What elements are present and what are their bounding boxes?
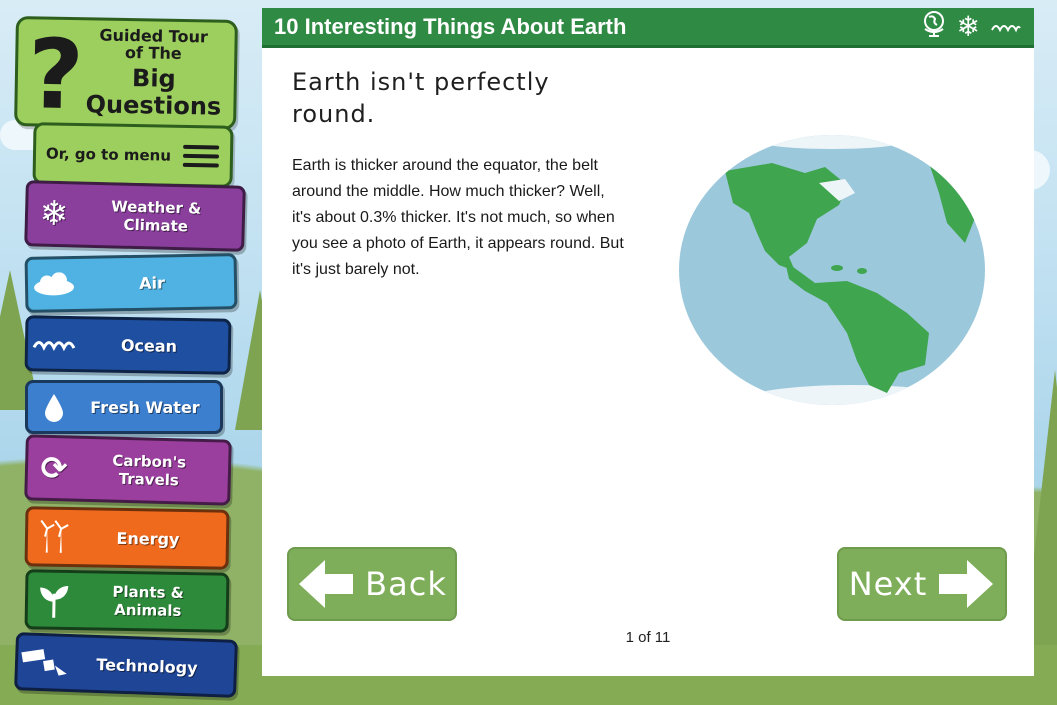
header-icons: ❄ (921, 9, 1022, 44)
nav-fresh-water-label: Fresh Water (90, 397, 200, 417)
guided-tour-button[interactable]: ? Guided Tour of The Big Questions (14, 16, 238, 132)
nav-technology[interactable]: Technology (14, 632, 238, 698)
menu-icon (182, 140, 220, 173)
panel-title: 10 Interesting Things About Earth (274, 13, 627, 39)
snowflake-icon[interactable]: ❄ (957, 12, 980, 41)
nav-weather-climate[interactable]: ❄ Weather & Climate (24, 180, 246, 252)
nav-ocean-label: Ocean (120, 335, 178, 356)
question-mark-icon: ? (26, 18, 85, 132)
page-indicator: 1 of 11 (625, 629, 671, 646)
globe-icon[interactable] (921, 9, 947, 44)
menu-button[interactable]: Or, go to menu (32, 122, 234, 188)
menu-button-label: Or, go to menu (45, 144, 172, 165)
guided-tour-line3: Big (131, 64, 176, 93)
earth-illustration (677, 133, 987, 413)
waves-icon (28, 335, 80, 352)
arrow-right-icon (939, 560, 994, 608)
arrow-left-icon (299, 560, 354, 608)
nav-carbons-travels[interactable]: ⟳ Carbon's Travels (24, 434, 232, 506)
recycle-icon: ⟳ (40, 448, 68, 488)
nav-technology-label: Technology (96, 654, 198, 677)
guided-tour-line4: Questions (85, 90, 222, 121)
back-button-label: Back (365, 565, 447, 603)
guided-tour-subtitle: Guided Tour of The (88, 26, 219, 63)
nav-plants-animals[interactable]: Plants & Animals (24, 569, 230, 633)
slide-headline: Earth isn't perfectly round. (292, 68, 550, 128)
next-button[interactable]: Next (837, 547, 1007, 621)
water-drop-icon (28, 392, 80, 422)
nav-fresh-water[interactable]: Fresh Water (25, 380, 223, 434)
nav-weather-climate-label: Weather & Climate (110, 197, 202, 236)
waves-icon[interactable] (990, 13, 1022, 41)
guided-tour-title: Big Questions (83, 64, 224, 121)
nav-energy-label: Energy (116, 528, 180, 549)
nav-carbons-travels-label: Carbon's Travels (112, 451, 187, 490)
snowflake-icon: ❄ (39, 193, 69, 235)
nav-energy[interactable]: Energy (24, 506, 230, 570)
nav-air[interactable]: Air (24, 253, 238, 313)
cloud-icon (28, 272, 80, 297)
nav-plants-animals-label: Plants & Animals (112, 582, 184, 620)
sprout-icon (28, 579, 81, 620)
panel-header: 10 Interesting Things About Earth ❄ (262, 8, 1034, 48)
wind-turbine-icon (28, 518, 81, 555)
slide-body-text: Earth is thicker around the equator, the… (292, 157, 624, 278)
nav-air-label: Air (138, 272, 166, 293)
satellite-icon (18, 646, 71, 678)
back-button[interactable]: Back (287, 547, 457, 621)
guided-tour-line2: of The (124, 42, 182, 63)
next-button-label: Next (848, 565, 928, 603)
content-panel: 10 Interesting Things About Earth ❄ Eart… (262, 8, 1034, 676)
nav-ocean[interactable]: Ocean (24, 315, 232, 375)
sidebar: ? Guided Tour of The Big Questions Or, g… (0, 0, 262, 705)
